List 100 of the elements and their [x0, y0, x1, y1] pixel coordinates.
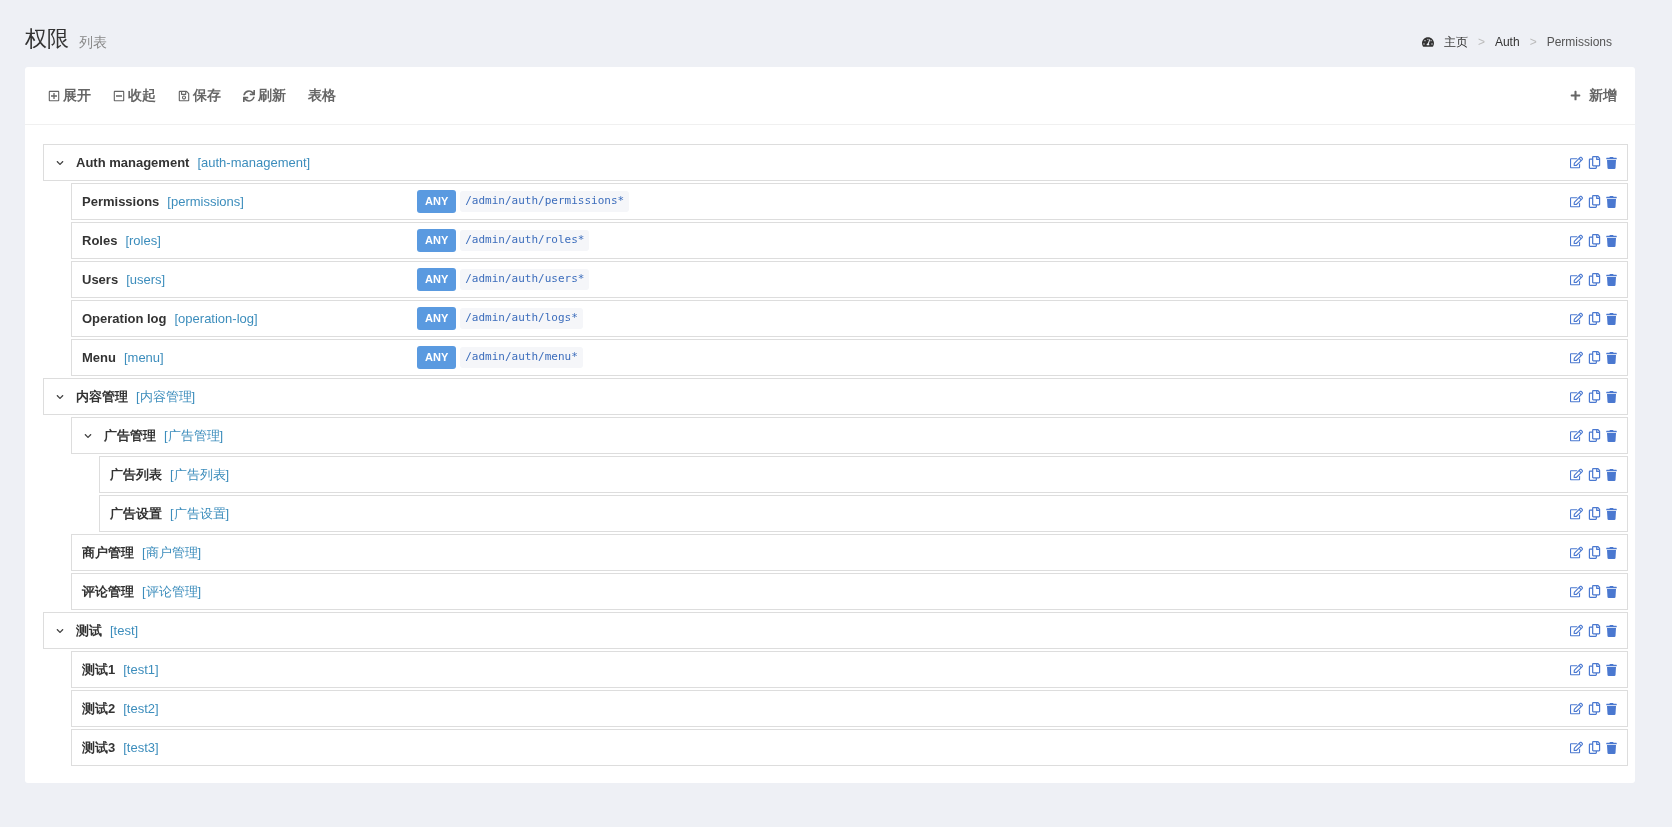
copy-button[interactable] — [1588, 351, 1601, 364]
delete-button[interactable] — [1606, 156, 1617, 169]
tree-row[interactable]: Operation log [operation-log] ANY /admin/auth/logs* — [71, 300, 1628, 337]
copy-button[interactable] — [1588, 702, 1601, 715]
edit-button[interactable] — [1570, 741, 1583, 754]
item-name: Operation log — [82, 309, 167, 328]
trash-icon — [1606, 273, 1617, 286]
plus-icon — [1570, 90, 1581, 101]
method-badge: ANY — [417, 346, 457, 369]
edit-button[interactable] — [1570, 468, 1583, 481]
copy-button[interactable] — [1588, 195, 1601, 208]
edit-button[interactable] — [1570, 351, 1583, 364]
delete-button[interactable] — [1606, 390, 1617, 403]
delete-button[interactable] — [1606, 351, 1617, 364]
add-button[interactable]: 新增 — [1570, 85, 1617, 106]
edit-button[interactable] — [1570, 429, 1583, 442]
copy-button[interactable] — [1588, 546, 1601, 559]
tree-row[interactable]: 商户管理 [商户管理] — [71, 534, 1628, 571]
edit-button[interactable] — [1570, 702, 1583, 715]
edit-icon — [1570, 234, 1583, 247]
toolbar-button[interactable]: 展开 — [48, 85, 91, 106]
tree-row[interactable]: 测试2 [test2] — [71, 690, 1628, 727]
toolbar-button[interactable]: 保存 — [178, 85, 221, 106]
edit-button[interactable] — [1570, 195, 1583, 208]
copy-button[interactable] — [1588, 663, 1601, 676]
item-name: 广告设置 — [110, 504, 162, 523]
toggle-button[interactable] — [54, 392, 66, 401]
toggle-button[interactable] — [82, 431, 94, 440]
copy-button[interactable] — [1588, 741, 1601, 754]
edit-button[interactable] — [1570, 312, 1583, 325]
copy-button[interactable] — [1588, 156, 1601, 169]
edit-button[interactable] — [1570, 156, 1583, 169]
tree-row[interactable]: Auth management [auth-management] — [43, 144, 1628, 181]
copy-button[interactable] — [1588, 312, 1601, 325]
copy-button[interactable] — [1588, 507, 1601, 520]
tree-row[interactable]: 广告管理 [广告管理] — [71, 417, 1628, 454]
item-name: 测试2 — [82, 699, 116, 718]
tree-row[interactable]: Permissions [permissions] ANY /admin/auth/permissions* — [71, 183, 1628, 220]
trash-icon — [1606, 312, 1617, 325]
item-slug: [roles] — [125, 231, 161, 250]
tree-row[interactable]: 广告设置 [广告设置] — [99, 495, 1628, 532]
breadcrumb-separator: > — [1529, 34, 1537, 51]
item-name: 测试 — [76, 621, 102, 640]
edit-button[interactable] — [1570, 234, 1583, 247]
toolbar-button[interactable]: 刷新 — [243, 85, 286, 106]
delete-button[interactable] — [1606, 624, 1617, 637]
copy-button[interactable] — [1588, 429, 1601, 442]
copy-button[interactable] — [1588, 234, 1601, 247]
tree-row[interactable]: 测试3 [test3] — [71, 729, 1628, 766]
edit-button[interactable] — [1570, 624, 1583, 637]
copy-button[interactable] — [1588, 390, 1601, 403]
route-path: /admin/auth/logs* — [460, 308, 583, 329]
toolbar-button[interactable]: 表格 — [308, 85, 336, 106]
tree-row[interactable]: 评论管理 [评论管理] — [71, 573, 1628, 610]
delete-button[interactable] — [1606, 546, 1617, 559]
breadcrumb-link[interactable]: Permissions — [1546, 33, 1612, 51]
edit-button[interactable] — [1570, 273, 1583, 286]
toolbar-button[interactable]: 收起 — [113, 85, 156, 106]
copy-icon — [1588, 546, 1601, 559]
edit-button[interactable] — [1570, 507, 1583, 520]
delete-button[interactable] — [1606, 507, 1617, 520]
delete-button[interactable] — [1606, 195, 1617, 208]
edit-button[interactable] — [1570, 663, 1583, 676]
copy-button[interactable] — [1588, 624, 1601, 637]
delete-button[interactable] — [1606, 234, 1617, 247]
edit-button[interactable] — [1570, 390, 1583, 403]
toggle-button[interactable] — [54, 626, 66, 635]
trash-icon — [1606, 351, 1617, 364]
breadcrumb-link[interactable]: 主页 — [1443, 33, 1468, 51]
tree-row[interactable]: 广告列表 [广告列表] — [99, 456, 1628, 493]
edit-button[interactable] — [1570, 585, 1583, 598]
copy-icon — [1588, 468, 1601, 481]
copy-button[interactable] — [1588, 585, 1601, 598]
copy-button[interactable] — [1588, 468, 1601, 481]
tree-row[interactable]: 内容管理 [内容管理] — [43, 378, 1628, 415]
edit-icon — [1570, 468, 1583, 481]
tree-row[interactable]: Roles [roles] ANY /admin/auth/roles* — [71, 222, 1628, 259]
item-name: Auth management — [76, 153, 190, 172]
tree-row[interactable]: Menu [menu] ANY /admin/auth/menu* — [71, 339, 1628, 376]
delete-button[interactable] — [1606, 741, 1617, 754]
edit-icon — [1570, 507, 1583, 520]
tree-row[interactable]: Users [users] ANY /admin/auth/users* — [71, 261, 1628, 298]
delete-button[interactable] — [1606, 273, 1617, 286]
item-slug: [内容管理] — [136, 387, 196, 406]
delete-button[interactable] — [1606, 663, 1617, 676]
edit-button[interactable] — [1570, 546, 1583, 559]
item-name: Permissions — [82, 192, 160, 211]
delete-button[interactable] — [1606, 585, 1617, 598]
tree-row[interactable]: 测试1 [test1] — [71, 651, 1628, 688]
delete-button[interactable] — [1606, 429, 1617, 442]
delete-button[interactable] — [1606, 468, 1617, 481]
tree-row[interactable]: 测试 [test] — [43, 612, 1628, 649]
copy-icon — [1588, 312, 1601, 325]
toggle-button[interactable] — [54, 158, 66, 167]
delete-button[interactable] — [1606, 312, 1617, 325]
delete-button[interactable] — [1606, 702, 1617, 715]
trash-icon — [1606, 468, 1617, 481]
breadcrumb-link[interactable]: Auth — [1494, 33, 1520, 51]
copy-button[interactable] — [1588, 273, 1601, 286]
route-path: /admin/auth/roles* — [460, 230, 590, 251]
